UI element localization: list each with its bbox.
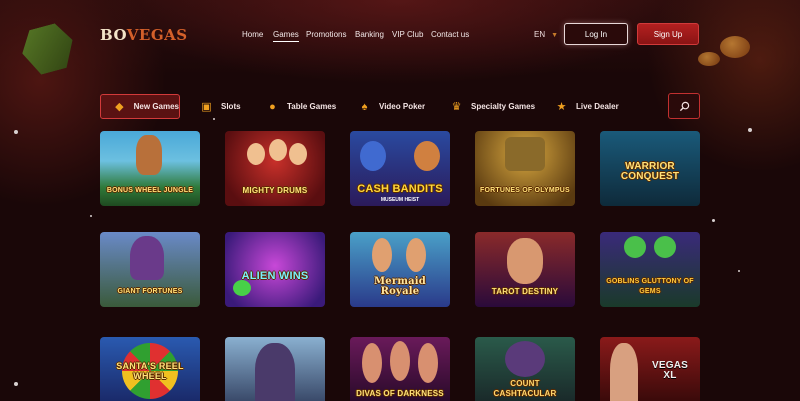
game-title: Mermaid Royale [374, 276, 426, 297]
game-title: SANTA'S REEL WHEEL [116, 361, 184, 381]
game-art [610, 343, 638, 401]
game-tile[interactable]: MIGHTY DRUMS [225, 131, 325, 206]
category-label: Video Poker [379, 102, 426, 111]
game-art [390, 341, 410, 381]
slot-machine-icon: ▣ [201, 101, 212, 113]
coin-decoration [720, 36, 750, 58]
category-live-dealer[interactable]: ★ Live Dealer [555, 94, 619, 119]
nav-vip-club[interactable]: VIP Club [392, 30, 423, 39]
game-subtitle: MUSEUM HEIST [380, 197, 420, 203]
language-label: EN [534, 30, 546, 39]
signup-button[interactable]: Sign Up [637, 23, 699, 45]
game-tile[interactable]: VEGAS XL [600, 337, 700, 401]
category-slots[interactable]: ▣ Slots [200, 94, 241, 119]
game-tile[interactable]: BONUS WHEEL JUNGLE [100, 131, 200, 206]
game-tile[interactable]: WARRIOR CONQUEST [600, 131, 700, 206]
game-title: MIGHTY DRUMS [242, 186, 308, 195]
nav-banking[interactable]: Banking [355, 30, 384, 39]
category-label: Specialty Games [471, 102, 536, 111]
brand-logo[interactable]: BOVEGAS [100, 26, 188, 44]
game-art [507, 238, 543, 284]
search-button[interactable] [668, 93, 700, 119]
game-art [360, 141, 386, 171]
decor-dot [748, 128, 752, 132]
game-tile[interactable]: TAROT DESTINY [475, 232, 575, 307]
decor-dot [712, 219, 715, 222]
game-art [372, 238, 392, 272]
category-video-poker[interactable]: ♠ Video Poker [358, 94, 426, 119]
game-art [130, 236, 164, 280]
game-art [406, 238, 426, 272]
game-tile[interactable]: GOBLINS GLUTTONY OF GEMS [600, 232, 700, 307]
star-icon: ★ [556, 101, 567, 113]
crown-icon: ♛ [451, 101, 462, 113]
game-art [233, 280, 251, 296]
game-title: GIANT FORTUNES [117, 288, 183, 295]
game-tile[interactable]: GIANT FORTUNES [100, 232, 200, 307]
game-art [247, 143, 265, 165]
game-tile[interactable]: DIVAS OF DARKNESS [350, 337, 450, 401]
language-selector[interactable]: EN ▼ [534, 30, 558, 39]
game-tile[interactable]: COUNT CASHTACULAR [475, 337, 575, 401]
nav-contact-us[interactable]: Contact us [431, 30, 469, 39]
game-art [624, 236, 646, 258]
game-title: TAROT DESTINY [491, 287, 559, 296]
game-art [362, 343, 382, 383]
game-tile[interactable]: FORTUNES OF OLYMPUS [475, 131, 575, 206]
game-title: WARRIOR CONQUEST [620, 161, 680, 182]
category-label: Slots [221, 102, 241, 111]
chip-icon: ● [269, 100, 276, 113]
emerald-decoration [17, 20, 79, 78]
game-title: GOBLINS GLUTTONY OF GEMS [606, 278, 694, 295]
game-art [505, 341, 545, 377]
game-title: FORTUNES OF OLYMPUS [480, 187, 570, 194]
game-title: ALIEN WINS [241, 270, 309, 282]
nav-home[interactable]: Home [242, 30, 263, 39]
game-art [418, 343, 438, 383]
game-title: BONUS WHEEL JUNGLE [106, 187, 194, 194]
category-table-games[interactable]: ● Table Games [266, 94, 336, 119]
search-icon [679, 101, 689, 111]
category-label: Live Dealer [576, 102, 619, 111]
spade-icon: ♠ [361, 100, 368, 113]
game-tile[interactable]: Mermaid Royale [350, 232, 450, 307]
game-art [414, 141, 440, 171]
game-art [654, 236, 676, 258]
category-label: Table Games [287, 102, 337, 111]
site-header: BOVEGAS Home Games Promotions Banking VI… [0, 0, 800, 72]
game-tile[interactable] [225, 337, 325, 401]
coin-decoration [698, 52, 720, 66]
decor-dot [14, 382, 18, 386]
chevron-down-icon: ▼ [551, 32, 559, 39]
game-tile[interactable]: SANTA'S REEL WHEEL [100, 337, 200, 401]
decor-dot [14, 130, 18, 134]
decor-dot [90, 215, 92, 217]
decor-dot [738, 270, 740, 272]
game-art [136, 135, 162, 175]
game-tile[interactable]: ALIEN WINS [225, 232, 325, 307]
category-new-games[interactable]: ◆ New Games [100, 94, 180, 119]
game-art [289, 143, 307, 165]
game-title: VEGAS XL [651, 360, 688, 381]
login-button[interactable]: Log In [564, 23, 628, 45]
nav-promotions[interactable]: Promotions [306, 30, 346, 39]
game-title: CASH BANDITS [357, 183, 443, 195]
game-art [269, 139, 287, 161]
game-art [505, 137, 545, 171]
game-title: DIVAS OF DARKNESS [356, 389, 444, 398]
nav-games[interactable]: Games [273, 30, 299, 42]
logo-text-primary: BO [100, 26, 127, 44]
game-art [255, 343, 295, 401]
logo-text-secondary: VEGAS [126, 26, 188, 44]
category-label: New Games [133, 102, 179, 111]
diamond-icon: ◆ [115, 101, 124, 113]
game-tile[interactable]: CASH BANDITS MUSEUM HEIST [350, 131, 450, 206]
game-title: COUNT CASHTACULAR [493, 379, 557, 398]
category-specialty-games[interactable]: ♛ Specialty Games [450, 94, 535, 119]
